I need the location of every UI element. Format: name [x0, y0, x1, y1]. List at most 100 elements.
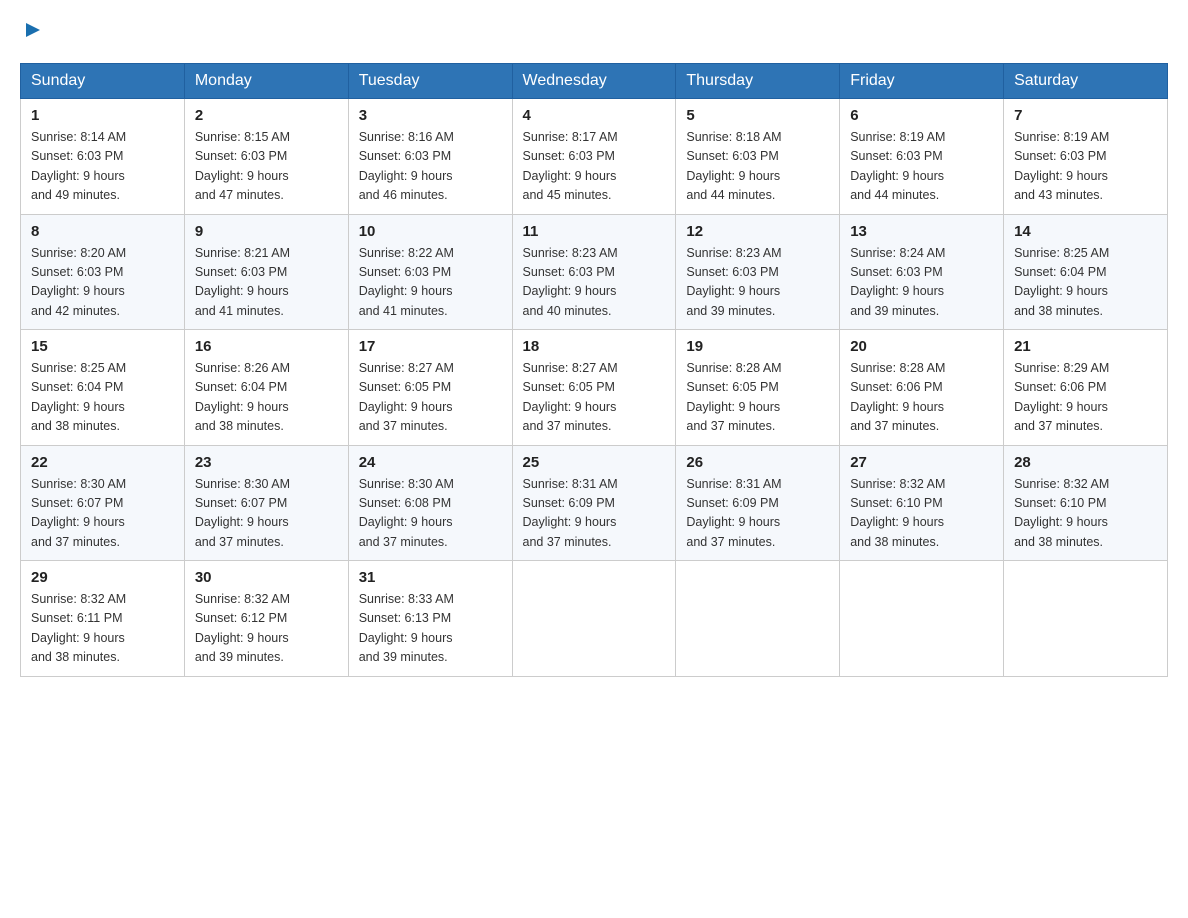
day-number: 30 — [195, 569, 338, 586]
calendar-day-cell: 26 Sunrise: 8:31 AMSunset: 6:09 PMDayligh… — [676, 445, 840, 561]
day-number: 21 — [1014, 338, 1157, 355]
day-info: Sunrise: 8:26 AMSunset: 6:04 PMDaylight:… — [195, 359, 338, 437]
calendar-day-cell: 31Sunrise: 8:33 AMSunset: 6:13 PMDayligh… — [348, 561, 512, 677]
calendar-week-row: 22 Sunrise: 8:30 AMSunset: 6:07 PMDayligh… — [21, 445, 1168, 561]
day-info: Sunrise: 8:25 AMSunset: 6:04 PMDaylight:… — [1014, 244, 1157, 322]
day-number: 29 — [31, 569, 174, 586]
day-info: Sunrise: 8:31 AMSunset: 6:09 PMDaylight:… — [523, 475, 666, 553]
calendar-day-cell: 5 Sunrise: 8:18 AMSunset: 6:03 PMDaylight… — [676, 99, 840, 215]
calendar-day-cell: 17 Sunrise: 8:27 AMSunset: 6:05 PMDayligh… — [348, 330, 512, 446]
weekday-header-sunday: Sunday — [21, 64, 185, 99]
day-info: Sunrise: 8:18 AMSunset: 6:03 PMDaylight:… — [686, 128, 829, 206]
day-number: 23 — [195, 454, 338, 471]
empty-cell — [676, 561, 840, 677]
day-number: 17 — [359, 338, 502, 355]
calendar-day-cell: 19Sunrise: 8:28 AMSunset: 6:05 PMDayligh… — [676, 330, 840, 446]
day-number: 12 — [686, 223, 829, 240]
calendar-day-cell: 12 Sunrise: 8:23 AMSunset: 6:03 PMDayligh… — [676, 214, 840, 330]
day-info: Sunrise: 8:33 AMSunset: 6:13 PMDaylight:… — [359, 590, 502, 668]
calendar-week-row: 29 Sunrise: 8:32 AMSunset: 6:11 PMDayligh… — [21, 561, 1168, 677]
day-number: 13 — [850, 223, 993, 240]
calendar-table: SundayMondayTuesdayWednesdayThursdayFrid… — [20, 63, 1168, 677]
day-info: Sunrise: 8:23 AMSunset: 6:03 PMDaylight:… — [523, 244, 666, 322]
day-number: 5 — [686, 107, 829, 124]
day-number: 4 — [523, 107, 666, 124]
calendar-day-cell: 11 Sunrise: 8:23 AMSunset: 6:03 PMDayligh… — [512, 214, 676, 330]
day-number: 15 — [31, 338, 174, 355]
calendar-day-cell: 27 Sunrise: 8:32 AMSunset: 6:10 PMDayligh… — [840, 445, 1004, 561]
day-number: 20 — [850, 338, 993, 355]
empty-cell — [512, 561, 676, 677]
calendar-day-cell: 4 Sunrise: 8:17 AMSunset: 6:03 PMDaylight… — [512, 99, 676, 215]
day-number: 18 — [523, 338, 666, 355]
logo — [20, 20, 44, 47]
weekday-header-friday: Friday — [840, 64, 1004, 99]
day-info: Sunrise: 8:31 AMSunset: 6:09 PMDaylight:… — [686, 475, 829, 553]
calendar-day-cell: 21 Sunrise: 8:29 AMSunset: 6:06 PMDayligh… — [1004, 330, 1168, 446]
day-number: 8 — [31, 223, 174, 240]
weekday-header-monday: Monday — [184, 64, 348, 99]
day-info: Sunrise: 8:20 AMSunset: 6:03 PMDaylight:… — [31, 244, 174, 322]
day-info: Sunrise: 8:29 AMSunset: 6:06 PMDaylight:… — [1014, 359, 1157, 437]
day-info: Sunrise: 8:17 AMSunset: 6:03 PMDaylight:… — [523, 128, 666, 206]
day-number: 24 — [359, 454, 502, 471]
empty-cell — [1004, 561, 1168, 677]
day-info: Sunrise: 8:23 AMSunset: 6:03 PMDaylight:… — [686, 244, 829, 322]
day-number: 1 — [31, 107, 174, 124]
day-info: Sunrise: 8:19 AMSunset: 6:03 PMDaylight:… — [850, 128, 993, 206]
day-info: Sunrise: 8:22 AMSunset: 6:03 PMDaylight:… — [359, 244, 502, 322]
day-number: 19 — [686, 338, 829, 355]
day-info: Sunrise: 8:19 AMSunset: 6:03 PMDaylight:… — [1014, 128, 1157, 206]
calendar-day-cell: 2Sunrise: 8:15 AMSunset: 6:03 PMDaylight… — [184, 99, 348, 215]
calendar-day-cell: 14 Sunrise: 8:25 AMSunset: 6:04 PMDayligh… — [1004, 214, 1168, 330]
logo-arrow-icon — [22, 19, 44, 41]
day-info: Sunrise: 8:21 AMSunset: 6:03 PMDaylight:… — [195, 244, 338, 322]
calendar-day-cell: 1 Sunrise: 8:14 AMSunset: 6:03 PMDaylight… — [21, 99, 185, 215]
day-number: 6 — [850, 107, 993, 124]
day-info: Sunrise: 8:28 AMSunset: 6:06 PMDaylight:… — [850, 359, 993, 437]
weekday-header-thursday: Thursday — [676, 64, 840, 99]
day-number: 28 — [1014, 454, 1157, 471]
day-number: 27 — [850, 454, 993, 471]
day-info: Sunrise: 8:32 AMSunset: 6:10 PMDaylight:… — [1014, 475, 1157, 553]
calendar-day-cell: 6 Sunrise: 8:19 AMSunset: 6:03 PMDaylight… — [840, 99, 1004, 215]
day-number: 9 — [195, 223, 338, 240]
calendar-day-cell: 24Sunrise: 8:30 AMSunset: 6:08 PMDayligh… — [348, 445, 512, 561]
day-info: Sunrise: 8:24 AMSunset: 6:03 PMDaylight:… — [850, 244, 993, 322]
calendar-week-row: 1 Sunrise: 8:14 AMSunset: 6:03 PMDaylight… — [21, 99, 1168, 215]
day-info: Sunrise: 8:30 AMSunset: 6:07 PMDaylight:… — [31, 475, 174, 553]
day-number: 14 — [1014, 223, 1157, 240]
calendar-day-cell: 8 Sunrise: 8:20 AMSunset: 6:03 PMDaylight… — [21, 214, 185, 330]
weekday-header-tuesday: Tuesday — [348, 64, 512, 99]
day-number: 16 — [195, 338, 338, 355]
weekday-header-wednesday: Wednesday — [512, 64, 676, 99]
empty-cell — [840, 561, 1004, 677]
calendar-day-cell: 10Sunrise: 8:22 AMSunset: 6:03 PMDayligh… — [348, 214, 512, 330]
day-info: Sunrise: 8:27 AMSunset: 6:05 PMDaylight:… — [359, 359, 502, 437]
day-info: Sunrise: 8:32 AMSunset: 6:12 PMDaylight:… — [195, 590, 338, 668]
weekday-header-saturday: Saturday — [1004, 64, 1168, 99]
calendar-day-cell: 16 Sunrise: 8:26 AMSunset: 6:04 PMDayligh… — [184, 330, 348, 446]
day-number: 11 — [523, 223, 666, 240]
calendar-day-cell: 25 Sunrise: 8:31 AMSunset: 6:09 PMDayligh… — [512, 445, 676, 561]
calendar-day-cell: 18Sunrise: 8:27 AMSunset: 6:05 PMDayligh… — [512, 330, 676, 446]
calendar-week-row: 15 Sunrise: 8:25 AMSunset: 6:04 PMDayligh… — [21, 330, 1168, 446]
day-info: Sunrise: 8:14 AMSunset: 6:03 PMDaylight:… — [31, 128, 174, 206]
day-number: 2 — [195, 107, 338, 124]
day-info: Sunrise: 8:32 AMSunset: 6:11 PMDaylight:… — [31, 590, 174, 668]
day-number: 7 — [1014, 107, 1157, 124]
calendar-day-cell: 15 Sunrise: 8:25 AMSunset: 6:04 PMDayligh… — [21, 330, 185, 446]
day-number: 3 — [359, 107, 502, 124]
day-number: 25 — [523, 454, 666, 471]
calendar-day-cell: 30 Sunrise: 8:32 AMSunset: 6:12 PMDayligh… — [184, 561, 348, 677]
calendar-day-cell: 23Sunrise: 8:30 AMSunset: 6:07 PMDayligh… — [184, 445, 348, 561]
page-header — [20, 20, 1168, 47]
day-number: 26 — [686, 454, 829, 471]
day-info: Sunrise: 8:32 AMSunset: 6:10 PMDaylight:… — [850, 475, 993, 553]
calendar-header-row: SundayMondayTuesdayWednesdayThursdayFrid… — [21, 64, 1168, 99]
calendar-day-cell: 28 Sunrise: 8:32 AMSunset: 6:10 PMDayligh… — [1004, 445, 1168, 561]
calendar-day-cell: 7 Sunrise: 8:19 AMSunset: 6:03 PMDaylight… — [1004, 99, 1168, 215]
calendar-day-cell: 3Sunrise: 8:16 AMSunset: 6:03 PMDaylight… — [348, 99, 512, 215]
day-info: Sunrise: 8:25 AMSunset: 6:04 PMDaylight:… — [31, 359, 174, 437]
day-number: 22 — [31, 454, 174, 471]
